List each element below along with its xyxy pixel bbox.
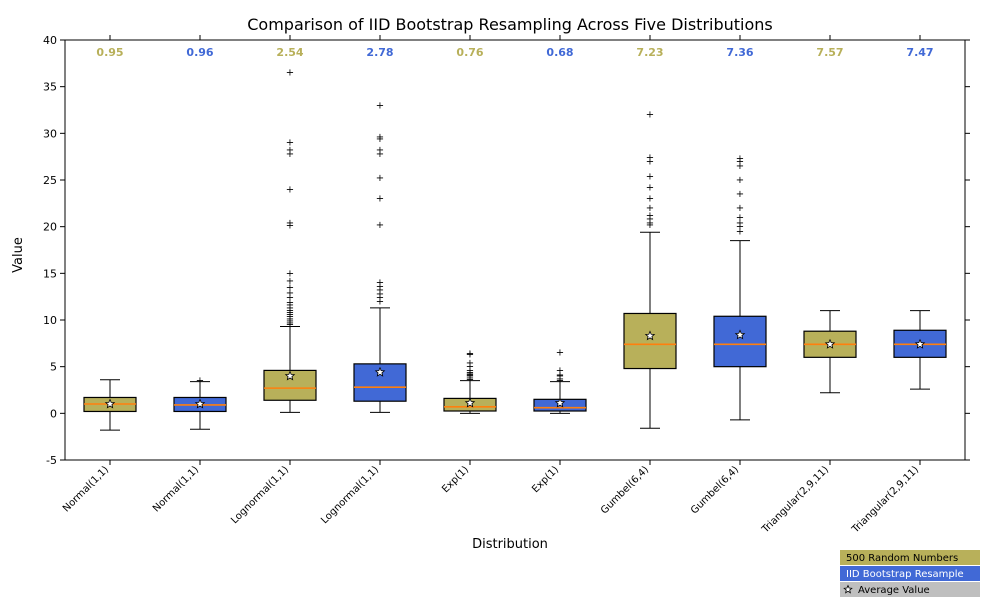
- flier: +: [286, 218, 294, 229]
- xtick-label: Exp(1): [530, 464, 561, 495]
- flier: +: [376, 132, 384, 143]
- flier: +: [736, 175, 744, 186]
- flier: +: [376, 100, 384, 111]
- flier: +: [466, 349, 474, 360]
- flier: +: [736, 203, 744, 214]
- flier: +: [556, 365, 564, 376]
- xtick-label: Triangular(2,9,11): [849, 464, 921, 536]
- series-mean-label: 0.76: [456, 46, 483, 59]
- flier: +: [376, 194, 384, 205]
- series-mean-label: 0.68: [546, 46, 573, 59]
- flier: +: [286, 138, 294, 149]
- flier: +: [646, 171, 654, 182]
- ytick-label: -5: [46, 454, 57, 467]
- series-mean-label: 2.78: [366, 46, 393, 59]
- flier: +: [376, 145, 384, 156]
- ytick-label: 15: [43, 267, 57, 280]
- flier: +: [556, 348, 564, 359]
- series-mean-label: 0.95: [96, 46, 123, 59]
- xtick-label: Lognormal(1,1): [229, 464, 291, 526]
- series-mean-label: 7.36: [726, 46, 753, 59]
- flier: +: [646, 153, 654, 164]
- legend-label: Average Value: [858, 585, 930, 596]
- xtick-label: Normal(1,1): [61, 464, 111, 514]
- flier: +: [646, 110, 654, 121]
- ytick-label: 5: [50, 361, 57, 374]
- series-mean-label: 7.47: [906, 46, 933, 59]
- xtick-label: Normal(1,1): [151, 464, 201, 514]
- box-6: [624, 313, 676, 368]
- series-mean-label: 7.23: [636, 46, 663, 59]
- ytick-label: 40: [43, 34, 57, 47]
- series-mean-label: 2.54: [276, 46, 303, 59]
- xtick-label: Gumbel(6,4): [599, 464, 651, 516]
- flier: +: [736, 189, 744, 200]
- xtick-label: Gumbel(6,4): [689, 464, 741, 516]
- plot-area: -5 0 5 10 15 20 25 30 35 40 Normal(1,1) 0.95 + Normal…: [43, 34, 970, 536]
- ytick-label: 25: [43, 174, 57, 187]
- series-mean-label: 7.57: [816, 46, 843, 59]
- xtick-label: Exp(1): [440, 464, 471, 495]
- legend: 500 Random Numbers IID Bootstrap Resample…: [840, 550, 980, 597]
- box-7: [714, 316, 766, 366]
- chart-svg: Comparison of IID Bootstrap Resampling A…: [0, 0, 1000, 600]
- series-mean-label: 0.96: [186, 46, 213, 59]
- ytick-label: 10: [43, 314, 57, 327]
- flier: +: [376, 220, 384, 231]
- ytick-label: 35: [43, 81, 57, 94]
- flier: +: [646, 182, 654, 193]
- flier: +: [376, 173, 384, 184]
- legend-label: 500 Random Numbers: [846, 553, 958, 564]
- ytick-label: 30: [43, 127, 57, 140]
- flier: +: [646, 194, 654, 205]
- flier: +: [736, 154, 744, 165]
- flier: +: [376, 278, 384, 289]
- chart-title: Comparison of IID Bootstrap Resampling A…: [247, 15, 773, 34]
- flier: +: [196, 376, 204, 387]
- ytick-label: 0: [50, 407, 57, 420]
- flier: +: [286, 68, 294, 79]
- flier: +: [286, 184, 294, 195]
- chart-root: Comparison of IID Bootstrap Resampling A…: [0, 0, 1000, 600]
- y-axis-label: Value: [11, 237, 26, 273]
- xtick-label: Triangular(2,9,11): [759, 464, 831, 536]
- flier: +: [286, 268, 294, 279]
- x-axis-label: Distribution: [472, 537, 548, 552]
- xtick-label: Lognormal(1,1): [319, 464, 381, 526]
- legend-label: IID Bootstrap Resample: [846, 569, 964, 580]
- ytick-label: 20: [43, 221, 57, 234]
